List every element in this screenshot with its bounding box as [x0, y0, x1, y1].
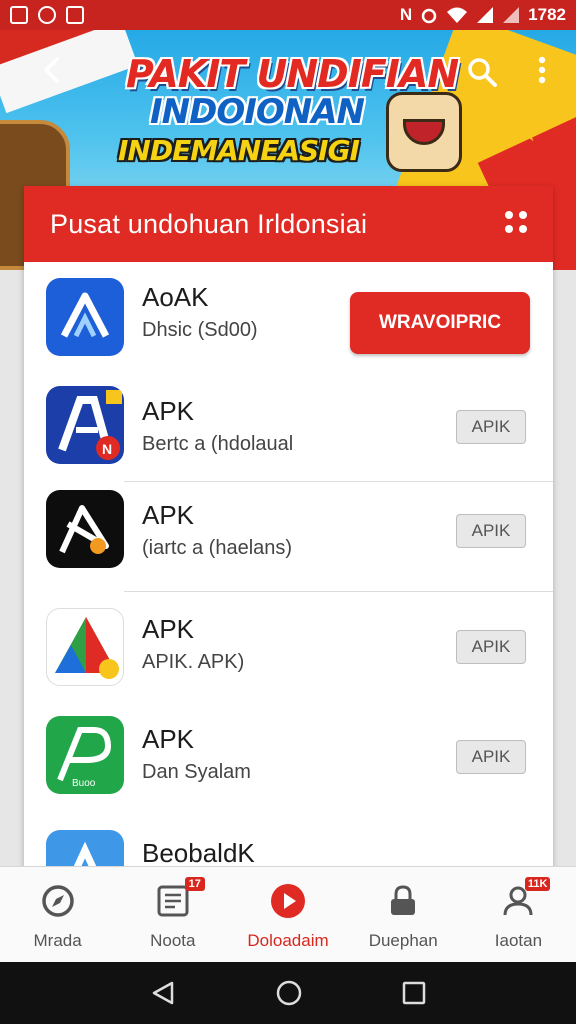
apk-button[interactable]: APIK: [456, 410, 526, 444]
app-name: APK: [142, 396, 195, 426]
apk-button[interactable]: APIK: [456, 514, 526, 548]
star-icon: ★: [510, 111, 541, 149]
apk-button[interactable]: APIK: [456, 740, 526, 774]
app-row[interactable]: N APK Bertc a (hdolaual APIK: [24, 372, 553, 482]
app-row[interactable]: AoAK Dhsic (Sd00) WRAVOIPRIC: [24, 262, 553, 372]
sync-notification-icon: [38, 6, 56, 24]
app-description: Dan Syalam: [142, 761, 251, 783]
notification-badge: 17: [184, 877, 205, 891]
profile-icon: 11K: [498, 877, 551, 921]
clock: 1782: [528, 5, 566, 24]
app-name: BeobaldK: [142, 838, 255, 868]
nav-item-duephan[interactable]: Duephan: [346, 867, 461, 962]
search-icon: [468, 58, 497, 87]
nav-label: Mrada: [33, 931, 82, 950]
card-menu-icon[interactable]: [505, 211, 531, 237]
app-description: APIK. APK): [142, 651, 245, 673]
card-header: Pusat undohuan Irldonsiai: [24, 186, 553, 262]
bottom-navigation: Mrada 17 Noota Doloadaim Duephan 11K Iao…: [0, 866, 576, 962]
lock-icon: [383, 881, 423, 921]
system-navigation-bar: [0, 962, 576, 1024]
alarm-icon: [421, 8, 437, 24]
signal-icon: [477, 7, 494, 23]
app-icon-green: Buoo: [46, 716, 124, 794]
nav-item-noota[interactable]: 17 Noota: [115, 867, 230, 962]
nav-label: Doloadaim: [247, 931, 329, 950]
app-name: APK: [142, 500, 195, 530]
app-row[interactable]: Buoo APK Dan Syalam APIK: [24, 706, 553, 816]
app-description: (iartc a (haelans): [142, 537, 293, 559]
banner-title: PAKIT UNDIFIAN: [126, 52, 459, 96]
laughing-face-icon: [386, 92, 462, 172]
app-name: APK: [142, 724, 195, 754]
system-recents-icon[interactable]: [402, 981, 426, 1005]
svg-text:Buoo: Buoo: [72, 778, 96, 789]
message-notification-icon: [66, 6, 84, 24]
app-description: Bertc a (hdolaual: [142, 433, 294, 455]
system-back-icon[interactable]: [150, 980, 176, 1006]
app-icon-black: [46, 490, 124, 568]
wifi-icon: [447, 7, 468, 23]
status-bar: N 1782: [0, 0, 576, 30]
nav-label: Duephan: [368, 931, 438, 950]
svg-text:N: N: [102, 441, 112, 457]
play-icon: [268, 881, 308, 921]
card-title: Pusat undohuan Irldonsiai: [50, 208, 368, 239]
app-row[interactable]: APK (iartc a (haelans) APIK: [24, 482, 553, 592]
gallery-notification-icon: [10, 6, 28, 24]
news-icon: 17: [153, 877, 205, 921]
more-options-button[interactable]: [520, 48, 564, 92]
search-button[interactable]: [460, 50, 504, 94]
compass-icon: [38, 881, 78, 921]
app-name: APK: [142, 614, 195, 644]
banner-subtitle: INDOIONAN: [150, 92, 365, 132]
nav-item-iaotan[interactable]: 11K Iaotan: [461, 867, 576, 962]
app-name: AoAK: [142, 282, 209, 312]
nav-label: Iaotan: [494, 931, 543, 950]
app-description: Dhsic (Sd00): [142, 319, 258, 341]
download-center-card: Pusat undohuan Irldonsiai AoAK Dhsic (Sd…: [24, 186, 553, 876]
carrier-label: N: [399, 5, 413, 24]
notification-badge: 11K: [524, 877, 551, 891]
app-icon-multicolor: [46, 608, 124, 686]
app-row[interactable]: APK APIK. APK) APIK: [24, 592, 553, 702]
back-arrow-icon: [44, 57, 59, 83]
apk-button[interactable]: APIK: [456, 630, 526, 664]
nav-item-download[interactable]: Doloadaim: [230, 867, 345, 962]
back-button[interactable]: [30, 48, 74, 92]
more-vert-icon: [538, 56, 546, 84]
app-icon-blue-a: [46, 278, 124, 356]
nav-label: Noota: [150, 931, 196, 950]
signal-icon-2: [503, 7, 520, 23]
system-home-icon[interactable]: [275, 979, 303, 1007]
nav-item-mrada[interactable]: Mrada: [0, 867, 115, 962]
banner-subtitle-2: INDEMANEASIGI: [118, 134, 360, 167]
app-icon-red-a: N: [46, 386, 124, 464]
download-button[interactable]: WRAVOIPRIC: [350, 292, 530, 354]
